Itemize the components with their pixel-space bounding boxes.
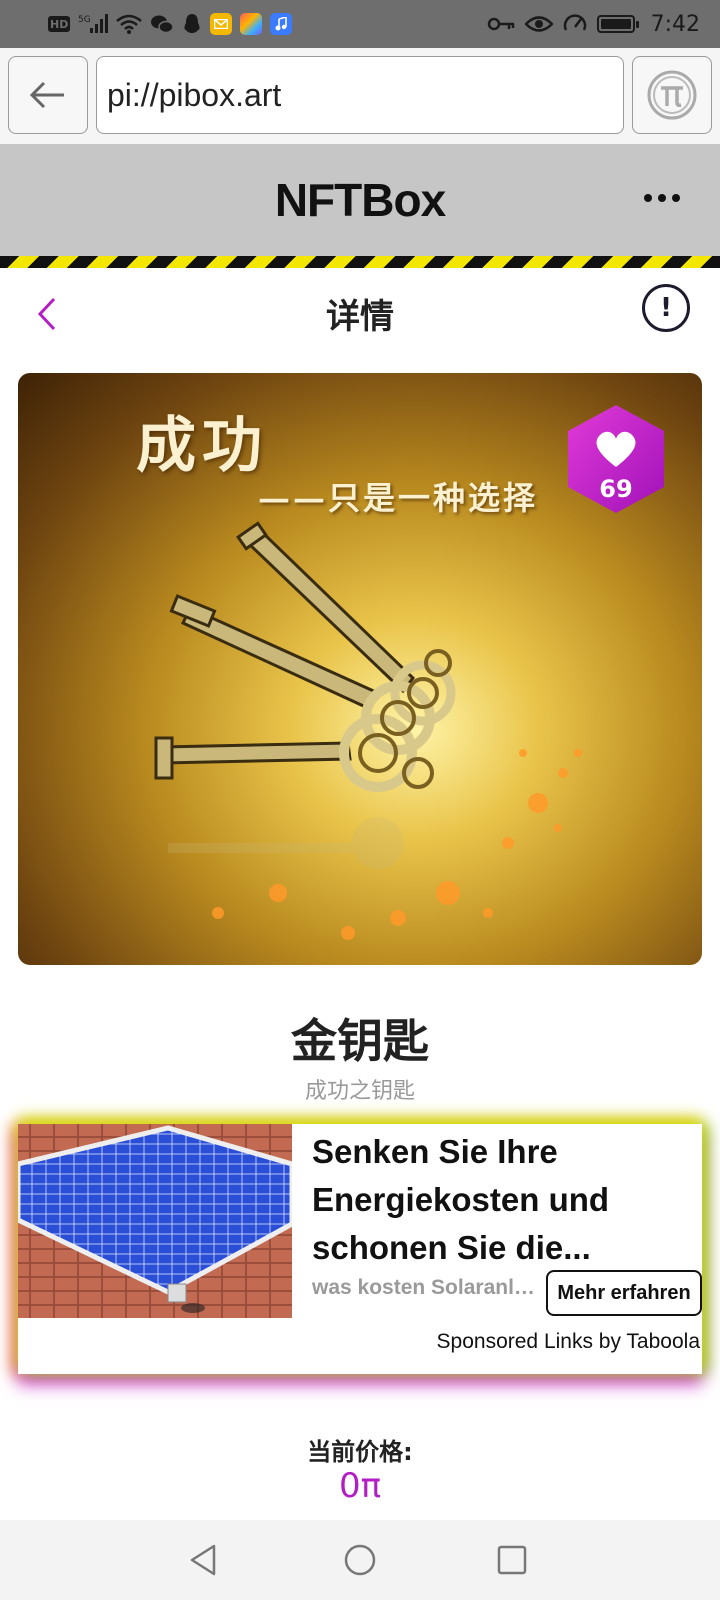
- hazard-stripe-divider: [0, 256, 720, 268]
- arrow-left-icon: [30, 81, 64, 109]
- page-title: 详情: [326, 296, 394, 337]
- status-icons-left: HD 5G: [48, 13, 293, 35]
- hd-icon: HD: [48, 16, 71, 32]
- image-caption-sub: ——只是一种选择: [258, 479, 539, 517]
- system-nav-bar: [0, 1520, 720, 1600]
- like-count: 69: [599, 475, 633, 503]
- ad-learn-more-button[interactable]: Mehr erfahren: [546, 1270, 702, 1316]
- more-dot: [658, 194, 666, 202]
- key-icon: [487, 13, 515, 35]
- pi-logo-icon: [647, 70, 697, 120]
- wechat-icon: [150, 13, 175, 35]
- more-dot: [672, 194, 680, 202]
- sponsored-ad[interactable]: Senken Sie Ihre Energiekosten und schone…: [18, 1124, 702, 1374]
- mail-app-icon: [210, 13, 233, 35]
- ad-image-solar-panels[interactable]: [18, 1124, 292, 1318]
- eye-icon: [524, 13, 553, 35]
- nav-back-triangle-icon[interactable]: [184, 1540, 224, 1580]
- info-icon: !: [660, 293, 672, 323]
- url-text: pi://pibox.art: [107, 76, 282, 113]
- status-bar: HD 5G 7:42: [0, 0, 720, 48]
- ad-source: was kosten Solaranlagen: [312, 1276, 542, 1299]
- back-chevron-icon[interactable]: [32, 294, 62, 334]
- pi-browser-button[interactable]: [632, 56, 712, 134]
- solar-panel-illustration: [18, 1124, 292, 1318]
- battery-icon: [596, 15, 639, 33]
- svg-text:5G: 5G: [78, 15, 91, 25]
- wifi-icon: [116, 13, 143, 35]
- price-label: 当前价格:: [307, 1438, 413, 1466]
- music-app-icon: [270, 13, 293, 35]
- nav-home-circle-icon[interactable]: [340, 1540, 380, 1580]
- qq-icon: [182, 13, 202, 35]
- status-time: 7:42: [650, 11, 700, 37]
- nav-recents-square-icon[interactable]: [492, 1540, 532, 1580]
- app-header: NFTBox: [0, 144, 720, 256]
- nft-title: 金钥匙: [291, 1014, 429, 1068]
- browser-back-button[interactable]: [8, 56, 88, 134]
- image-caption-main: 成功: [136, 411, 268, 481]
- nft-image[interactable]: 成功 ——只是一种选择 69: [18, 373, 702, 965]
- app-title: NFTBox: [274, 174, 446, 226]
- page-nav: 详情 !: [0, 268, 720, 358]
- status-icons-right: 7:42: [487, 12, 700, 37]
- browser-bar: pi://pibox.art: [0, 48, 720, 144]
- signal-5g-icon: 5G: [78, 13, 109, 35]
- more-dot: [644, 194, 652, 202]
- ad-headline[interactable]: Senken Sie Ihre Energiekosten und schone…: [312, 1128, 697, 1272]
- ad-attribution-link[interactable]: Sponsored Links by Taboola: [437, 1330, 700, 1354]
- more-options-button[interactable]: [644, 194, 680, 202]
- price-value: 0π: [338, 1466, 382, 1506]
- info-button[interactable]: !: [642, 284, 690, 332]
- gallery-app-icon: [240, 13, 263, 35]
- speed-icon: [563, 13, 587, 35]
- nft-subtitle: 成功之钥匙: [304, 1079, 415, 1104]
- url-field[interactable]: pi://pibox.art: [96, 56, 624, 134]
